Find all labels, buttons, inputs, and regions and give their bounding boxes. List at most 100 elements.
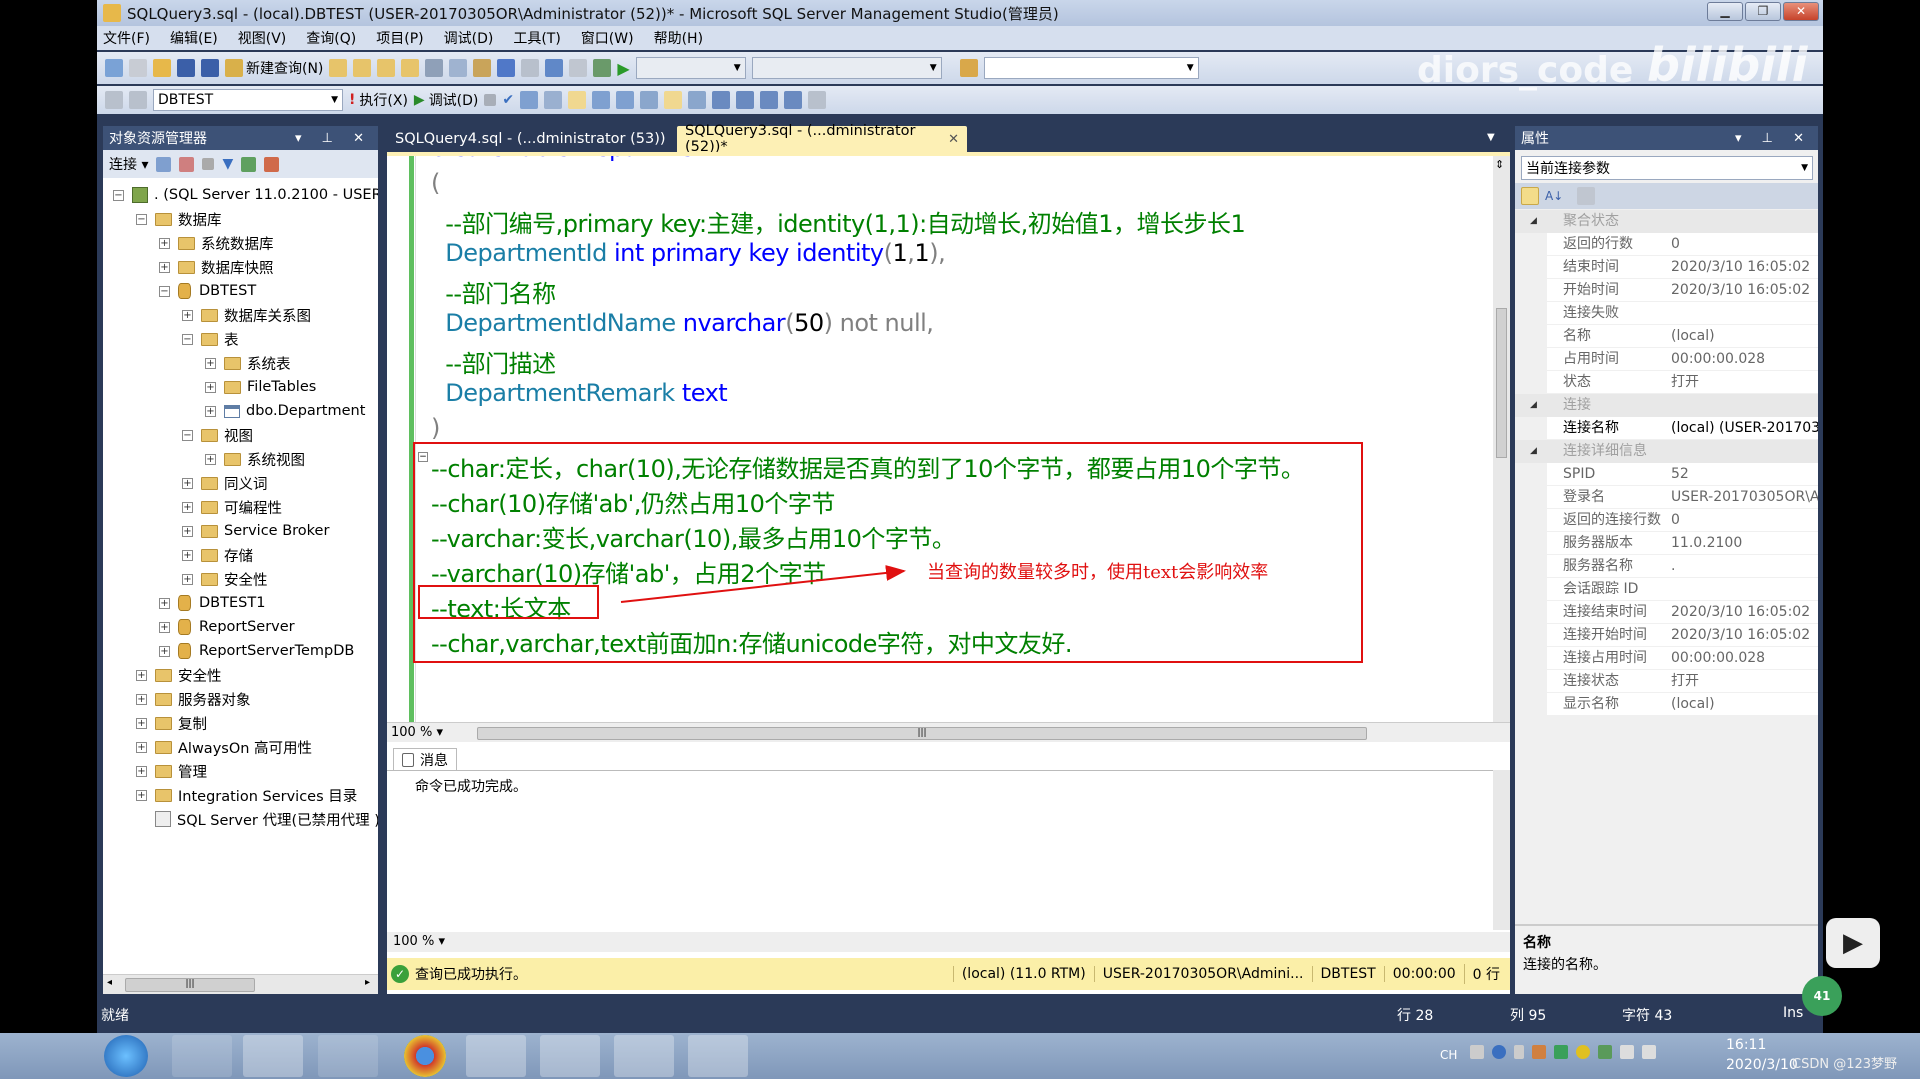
horizontal-scroll-thumb[interactable]: |||: [477, 727, 1367, 740]
property-row[interactable]: 连接开始时间 2020/3/10 16:05:02: [1515, 624, 1818, 647]
menu-item[interactable]: 文件(F): [103, 28, 150, 48]
tree-item[interactable]: + 系统表: [205, 352, 291, 374]
horizontal-scrollbar[interactable]: ◂ ||| ▸: [103, 974, 378, 994]
expand-icon[interactable]: +: [159, 237, 170, 249]
volume-icon[interactable]: [1642, 1045, 1656, 1059]
help-icon[interactable]: [1492, 1045, 1506, 1059]
taskbar-app-recorder[interactable]: [688, 1035, 748, 1077]
menu-item[interactable]: 调试(D): [444, 28, 494, 48]
comment-icon[interactable]: [712, 91, 731, 109]
collapse-triangle-icon[interactable]: ◢: [1530, 440, 1537, 463]
disconnect-server-icon[interactable]: [179, 156, 195, 172]
property-row[interactable]: 开始时间 2020/3/10 16:05:02: [1515, 279, 1818, 302]
expand-icon[interactable]: +: [182, 549, 193, 561]
client-stats-icon[interactable]: [616, 91, 635, 109]
expand-icon[interactable]: +: [159, 597, 170, 609]
collapse-icon[interactable]: −: [136, 213, 147, 225]
property-row[interactable]: 会话跟踪 ID: [1515, 578, 1818, 601]
scroll-thumb[interactable]: |||: [125, 978, 255, 992]
taskbar-app-paint[interactable]: [172, 1035, 232, 1077]
menu-item[interactable]: 项目(P): [376, 28, 423, 48]
add-item-icon[interactable]: [129, 59, 147, 77]
minimize-button[interactable]: ▁: [1707, 2, 1743, 21]
tab-sqlquery3[interactable]: SQLQuery3.sql - (...dministrator (52))* ✕: [677, 123, 967, 155]
tree-item[interactable]: − 数据库: [136, 208, 222, 230]
network-icon[interactable]: [1620, 1045, 1634, 1059]
parse-icon[interactable]: ✔: [502, 92, 514, 108]
menu-item[interactable]: 编辑(E): [170, 28, 218, 48]
xmla-query-icon[interactable]: [401, 59, 420, 77]
play-icon[interactable]: ▶: [1826, 918, 1880, 968]
navigate-forward-icon[interactable]: [569, 59, 588, 77]
report-icon[interactable]: [593, 59, 612, 77]
expand-icon[interactable]: +: [159, 621, 170, 633]
paste-icon[interactable]: [473, 59, 492, 77]
tree-item[interactable]: − DBTEST: [159, 280, 256, 302]
undo-icon[interactable]: [497, 59, 516, 77]
close-button[interactable]: ✕: [1783, 2, 1819, 21]
taskbar-app-ssms[interactable]: [614, 1035, 674, 1077]
dmx-query-icon[interactable]: [377, 59, 396, 77]
connect-icon[interactable]: [105, 91, 123, 109]
expand-icon[interactable]: +: [159, 645, 170, 657]
expand-icon[interactable]: +: [182, 309, 193, 321]
zoom-select[interactable]: 100 % ▾: [391, 725, 443, 740]
open-file-icon[interactable]: [153, 59, 171, 77]
language-indicator[interactable]: CH: [1440, 1048, 1457, 1062]
analysis-query-icon[interactable]: [353, 59, 372, 77]
scroll-thumb[interactable]: [1496, 308, 1507, 458]
tab-list-icon[interactable]: ▼: [1487, 132, 1495, 143]
debug-button[interactable]: ▶ 调试(D): [414, 90, 479, 110]
tree-item[interactable]: + 安全性: [136, 664, 222, 686]
vertical-scrollbar[interactable]: ⇕: [1493, 156, 1510, 722]
tree-item[interactable]: + ReportServerTempDB: [159, 640, 354, 662]
property-row[interactable]: 服务器版本 11.0.2100: [1515, 532, 1818, 555]
collapse-triangle-icon[interactable]: ◢: [1530, 210, 1537, 233]
results-text-icon[interactable]: [640, 91, 659, 109]
expand-icon[interactable]: +: [182, 573, 193, 585]
tree-item[interactable]: + 系统数据库: [159, 232, 274, 254]
tree-item[interactable]: − 视图: [182, 424, 253, 446]
tree-item[interactable]: − . (SQL Server 11.0.2100 - USER-: [113, 184, 378, 206]
collapse-triangle-icon[interactable]: ◢: [1530, 394, 1537, 417]
taskbar-app-calculator[interactable]: [318, 1035, 378, 1077]
property-row[interactable]: 返回的行数 0: [1515, 233, 1818, 256]
cancel-query-icon[interactable]: [484, 94, 497, 106]
menu-item[interactable]: 帮助(H): [654, 28, 703, 48]
scroll-left-icon[interactable]: ◂: [107, 977, 112, 988]
maximize-button[interactable]: ❐: [1745, 2, 1781, 21]
tree-item[interactable]: + Integration Services 目录: [136, 784, 357, 806]
shield-icon[interactable]: [1554, 1045, 1568, 1059]
property-row[interactable]: 结束时间 2020/3/10 16:05:02: [1515, 256, 1818, 279]
include-plan-icon[interactable]: [592, 91, 611, 109]
results-file-icon[interactable]: [688, 91, 707, 109]
split-icon[interactable]: ⇕: [1495, 158, 1504, 171]
tree-item[interactable]: + 管理: [136, 760, 207, 782]
expand-icon[interactable]: +: [136, 693, 147, 705]
messages-tab[interactable]: 消息: [393, 748, 457, 770]
expand-icon[interactable]: +: [136, 717, 147, 729]
expand-icon[interactable]: +: [136, 669, 147, 681]
db-engine-query-icon[interactable]: [329, 59, 348, 77]
property-row[interactable]: 显示名称 (local): [1515, 693, 1818, 716]
save-icon[interactable]: [177, 59, 195, 77]
tree-item[interactable]: + Service Broker: [182, 520, 329, 542]
tree-item[interactable]: SQL Server 代理(已禁用代理 ): [136, 808, 378, 830]
property-row[interactable]: 登录名USER-20170305OR\Administrator: [1515, 486, 1818, 509]
uncomment-icon[interactable]: [736, 91, 755, 109]
tree-item[interactable]: + 数据库快照: [159, 256, 274, 278]
solution-config-select[interactable]: ▼: [635, 57, 746, 79]
expand-icon[interactable]: +: [159, 261, 170, 273]
expand-icon[interactable]: +: [205, 357, 216, 369]
property-row[interactable]: 连接名称(local) (USER-20170305OR: [1515, 417, 1818, 440]
menu-item[interactable]: 工具(T): [513, 28, 560, 48]
user-icon[interactable]: [1532, 1045, 1546, 1059]
expand-icon[interactable]: +: [136, 789, 147, 801]
menu-item[interactable]: 窗口(W): [581, 28, 634, 48]
tree-item[interactable]: + AlwaysOn 高可用性: [136, 736, 312, 758]
taskbar-app-explorer[interactable]: [466, 1035, 526, 1077]
property-row[interactable]: 返回的连接行数 0: [1515, 509, 1818, 532]
property-category[interactable]: ◢ 连接: [1515, 394, 1818, 417]
tree-item[interactable]: + dbo.Department: [205, 400, 365, 422]
save-all-icon[interactable]: [201, 59, 219, 77]
